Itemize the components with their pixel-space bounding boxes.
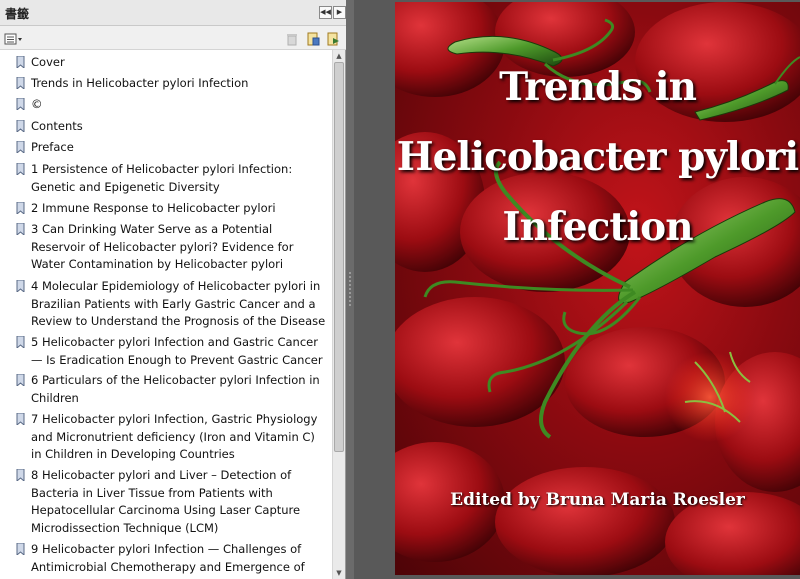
bookmark-icon: [16, 280, 25, 292]
cover-title: Trends in Helicobacter pylori Infection: [395, 52, 800, 262]
bookmark-icon: [16, 543, 25, 555]
bookmarks-toolbar: [0, 26, 346, 50]
bookmark-label: 9 Helicobacter pylori Infection — Challe…: [31, 542, 305, 574]
bookmark-label: 5 Helicobacter pylori Infection and Gast…: [31, 335, 323, 367]
cover-title-line: Helicobacter pylori: [396, 134, 799, 180]
bookmark-label: Trends in Helicobacter pylori Infection: [31, 76, 249, 90]
trash-icon: [287, 34, 297, 46]
chevron-right-icon: ▶: [336, 8, 343, 16]
new-bookmark-icon: [307, 32, 320, 46]
cover-title-line: Infection: [502, 204, 693, 250]
bookmark-icon: [16, 98, 25, 110]
delete-bookmark-button[interactable]: [285, 31, 299, 46]
bookmark-icon: [16, 413, 25, 425]
bookmark-label: ©: [31, 97, 43, 111]
scroll-thumb[interactable]: [334, 62, 344, 452]
scroll-down-arrow-icon[interactable]: ▼: [334, 568, 344, 578]
bookmark-label: 7 Helicobacter pylori Infection, Gastric…: [31, 412, 318, 462]
bookmarks-panel: 書籤 ◀◀ ▶ Cover Trends in Helicobacter pyl…: [0, 0, 346, 579]
bookmark-icon: [16, 469, 25, 481]
options-menu-button[interactable]: [4, 31, 22, 45]
expand-panel-button[interactable]: ▶: [333, 6, 346, 19]
bookmark-label: 6 Particulars of the Helicobacter pylori…: [31, 373, 320, 405]
bookmark-label: 3 Can Drinking Water Serve as a Potentia…: [31, 222, 294, 272]
book-cover-page: Trends in Helicobacter pylori Infection …: [395, 2, 800, 575]
scroll-up-arrow-icon[interactable]: ▲: [334, 51, 344, 61]
bookmark-icon: [16, 336, 25, 348]
expand-bookmark-icon: [327, 32, 339, 46]
bookmark-label: 4 Molecular Epidemiology of Helicobacter…: [31, 279, 326, 329]
cover-editor-credit: Edited by Bruna Maria Roesler: [450, 490, 745, 510]
bookmark-icon: [16, 56, 25, 68]
bookmark-icon: [16, 374, 25, 386]
double-chevron-left-icon: ◀◀: [320, 8, 331, 16]
new-bookmark-button[interactable]: [306, 31, 320, 46]
bookmark-icon: [16, 223, 25, 235]
bookmark-icon: [16, 163, 25, 175]
expand-bookmark-button[interactable]: [326, 31, 340, 46]
splitter-grip-icon[interactable]: [349, 272, 351, 306]
panel-splitter[interactable]: [346, 0, 354, 579]
bookmark-label: 2 Immune Response to Helicobacter pylori: [31, 201, 276, 215]
bookmark-label: Contents: [31, 119, 83, 133]
bookmark-label: 1 Persistence of Helicobacter pylori Inf…: [31, 162, 293, 194]
bookmark-list: Cover Trends in Helicobacter pylori Infe…: [0, 50, 332, 579]
bookmark-label: Preface: [31, 140, 74, 154]
options-menu-icon: [4, 33, 22, 45]
panel-header: 書籤 ◀◀ ▶: [0, 0, 346, 26]
panel-title: 書籤: [5, 7, 30, 21]
bookmark-label: Cover: [31, 55, 65, 69]
cover-title-line: Trends in: [499, 64, 697, 110]
bookmark-icon: [16, 77, 25, 89]
bookmark-scrollbar[interactable]: ▲ ▼: [332, 50, 345, 579]
bookmark-icon: [16, 202, 25, 214]
collapse-panel-button[interactable]: ◀◀: [319, 6, 332, 19]
bookmark-label: 8 Helicobacter pylori and Liver – Detect…: [31, 468, 301, 535]
document-view[interactable]: Trends in Helicobacter pylori Infection …: [354, 0, 800, 579]
bookmark-icon: [16, 141, 25, 153]
bookmark-icon: [16, 120, 25, 132]
